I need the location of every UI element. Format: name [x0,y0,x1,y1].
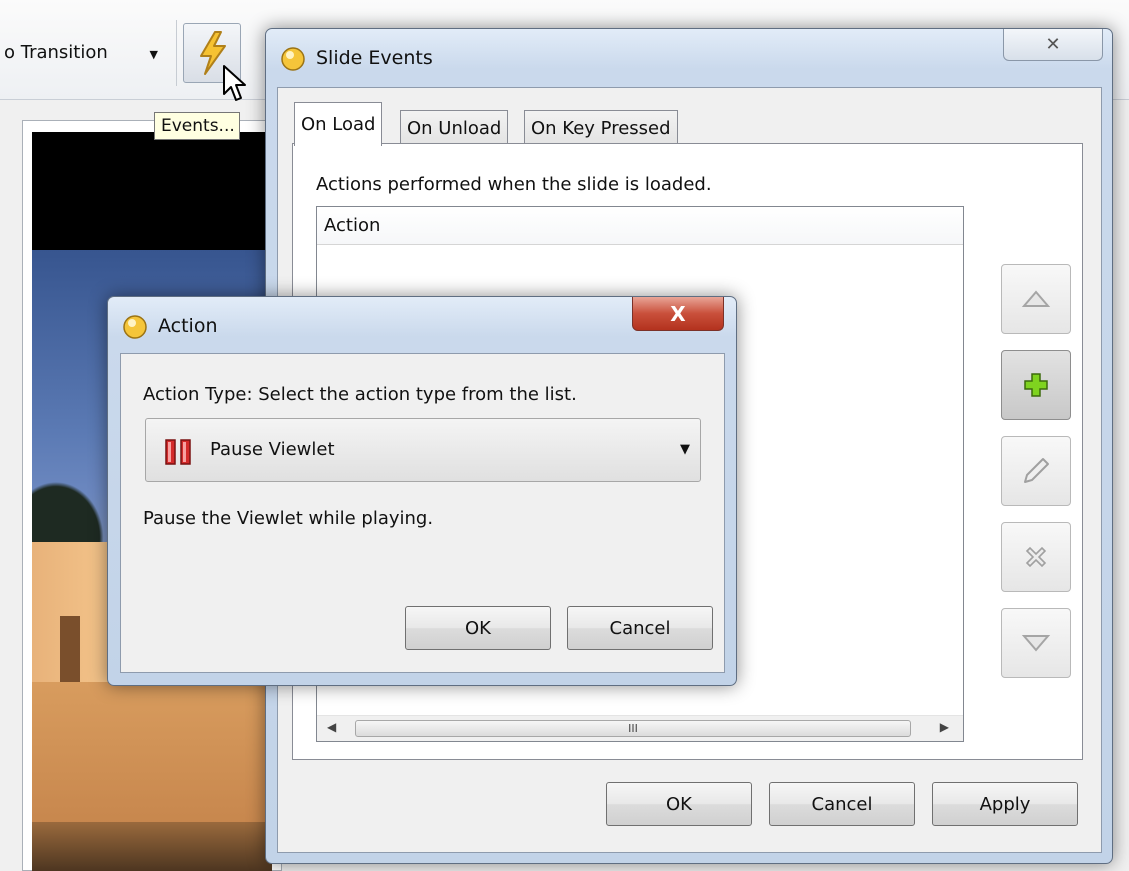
action-type-description: Pause the Viewlet while playing. [143,508,434,529]
cancel-label: Cancel [609,617,671,639]
move-up-button[interactable] [1001,264,1071,334]
action-type-prompt: Action Type: Select the action type from… [143,384,577,405]
transition-dropdown[interactable]: o Transition ▼ [0,28,172,76]
close-button[interactable]: ✕ [1003,29,1103,61]
pause-icon [165,439,191,465]
action-body: Action Type: Select the action type from… [120,353,725,673]
close-icon: ✕ [1045,34,1061,55]
tab-label: On Key Pressed [531,118,671,139]
slide-events-title: Slide Events [316,47,433,69]
selected-action-type: Pause Viewlet [210,439,335,460]
delete-x-icon [1025,546,1047,568]
tab-on-unload[interactable]: On Unload [400,110,509,146]
apply-label: Apply [979,793,1031,815]
triangle-up-icon [1021,290,1051,307]
mouse-pointer-icon [223,65,246,101]
column-header-action[interactable]: Action [317,207,963,245]
ok-button[interactable]: OK [405,606,551,650]
tab-label: On Load [301,114,376,135]
slide-events-titlebar: Slide Events [280,45,433,71]
add-action-button[interactable] [1001,350,1071,420]
cancel-button[interactable]: Cancel [769,782,915,826]
events-tooltip: Events... [154,112,240,140]
action-dialog: Action X Action Type: Select the action … [107,296,737,686]
action-type-dropdown[interactable]: Pause Viewlet ▼ [145,418,701,482]
tab-on-key-pressed[interactable]: On Key Pressed [524,110,678,146]
action-title: Action [158,315,218,337]
chevron-down-icon: ▼ [149,48,158,61]
cancel-label: Cancel [811,793,873,815]
plus-icon [1024,373,1048,397]
column-header-label: Action [324,215,381,236]
app-icon [123,315,147,339]
toolbar-separator [176,20,177,86]
scroll-thumb[interactable]: III [355,720,911,737]
close-button[interactable]: X [632,297,724,331]
cancel-button[interactable]: Cancel [567,606,713,650]
ok-label: OK [465,617,491,639]
scroll-grip: III [628,722,638,735]
on-load-description: Actions performed when the slide is load… [316,174,712,195]
apply-button[interactable]: Apply [932,782,1078,826]
move-down-button[interactable] [1001,608,1071,678]
chevron-down-icon: ▼ [680,442,690,457]
horizontal-scrollbar[interactable]: ◀ III ▶ [317,715,963,741]
ok-button[interactable]: OK [606,782,752,826]
app-icon [281,47,305,71]
close-icon: X [670,301,686,326]
triangle-down-icon [1021,635,1051,652]
action-titlebar: Action [122,313,218,339]
scroll-left-arrow-icon[interactable]: ◀ [327,720,336,734]
pencil-icon [1024,458,1049,483]
delete-action-button[interactable] [1001,522,1071,592]
edit-action-button[interactable] [1001,436,1071,506]
scroll-right-arrow-icon[interactable]: ▶ [940,720,949,734]
tab-label: On Unload [407,118,502,139]
ok-label: OK [666,793,692,815]
transition-label: o Transition [4,41,108,63]
tab-on-load[interactable]: On Load [294,102,383,146]
